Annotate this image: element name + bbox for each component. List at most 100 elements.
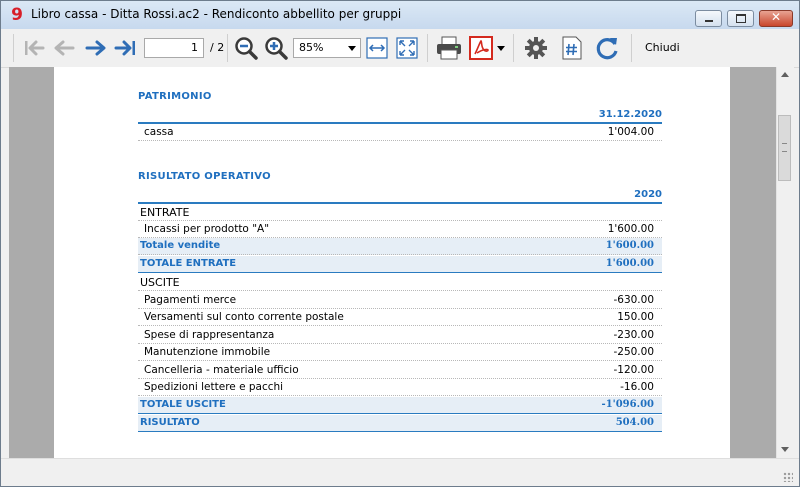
chevron-down-icon [348, 46, 356, 51]
toolbar-grip [13, 34, 14, 62]
column-header-date: 31.12.2020 [598, 109, 662, 120]
first-page-button[interactable] [21, 35, 47, 61]
scroll-up-icon[interactable] [781, 72, 789, 77]
row-amount: 1'600.00 [607, 223, 654, 235]
toolbar-separator [631, 34, 632, 62]
row-label: Spedizioni lettere e pacchi [144, 381, 284, 393]
refresh-button[interactable] [593, 35, 621, 61]
page-number-icon [562, 36, 582, 60]
row-label: Manutenzione immobile [144, 346, 271, 358]
vertical-scrollbar[interactable] [776, 67, 794, 458]
first-page-icon [25, 40, 45, 56]
row-label: Incassi per prodotto "A" [144, 223, 270, 235]
row-amount: 1'600.00 [605, 258, 654, 269]
window-title: Libro cassa - Ditta Rossi.ac2 - Rendicon… [31, 7, 402, 21]
section-title-patrimonio: PATRIMONIO [138, 91, 212, 102]
last-page-icon [114, 40, 135, 56]
result-row: RISULTATO 504.00 [138, 415, 662, 432]
row-amount: -230.00 [613, 329, 654, 341]
refresh-icon [596, 38, 618, 60]
row-amount: -120.00 [613, 364, 654, 376]
zoom-out-button[interactable] [233, 35, 259, 61]
maximize-button[interactable] [727, 10, 754, 27]
table-row: Cancelleria - materiale ufficio -120.00 [138, 362, 662, 379]
row-amount: 1'600.00 [605, 240, 654, 251]
resize-grip-icon[interactable] [783, 472, 793, 482]
row-label: Spese di rappresentanza [144, 329, 275, 341]
close-icon: ✕ [770, 10, 782, 24]
close-window-button[interactable]: ✕ [759, 10, 793, 27]
title-bar[interactable]: 9 Libro cassa - Ditta Rossi.ac2 - Rendic… [1, 1, 799, 29]
row-label: Versamenti sul conto corrente postale [144, 311, 344, 323]
row-amount: -1'096.00 [601, 399, 654, 410]
toolbar-separator [513, 34, 514, 62]
app-logo-icon: 9 [11, 5, 23, 25]
zoom-in-icon [265, 37, 288, 60]
report-window: 9 Libro cassa - Ditta Rossi.ac2 - Rendic… [0, 0, 800, 487]
total-row: TOTALE ENTRATE 1'600.00 [138, 256, 662, 273]
pdf-icon [469, 36, 493, 60]
row-label: TOTALE USCITE [140, 399, 226, 410]
export-pdf-button[interactable] [467, 35, 495, 61]
close-report-button[interactable]: Chiudi [645, 41, 680, 54]
row-label: cassa [144, 126, 174, 138]
table-row: cassa 1'004.00 [138, 124, 662, 141]
previous-page-icon [54, 40, 75, 56]
row-label: Pagamenti merce [144, 294, 237, 306]
scroll-down-icon[interactable] [781, 447, 789, 452]
toolbar-separator [427, 34, 428, 62]
total-row: TOTALE USCITE -1'096.00 [138, 397, 662, 414]
settings-icon [525, 37, 547, 59]
zoom-in-button[interactable] [263, 35, 289, 61]
table-row: Pagamenti merce -630.00 [138, 292, 662, 309]
status-bar [1, 458, 799, 486]
row-amount: 150.00 [617, 311, 654, 323]
fit-page-icon [396, 37, 418, 59]
row-amount: 1'004.00 [607, 126, 654, 138]
zoom-value: 85% [299, 41, 324, 54]
row-amount: -630.00 [613, 294, 654, 306]
row-amount: -16.00 [620, 381, 654, 393]
zoom-out-icon [235, 37, 258, 60]
report-viewer: PATRIMONIO 31.12.2020 cassa 1'004.00 RIS… [9, 67, 776, 458]
previous-page-button[interactable] [51, 35, 77, 61]
last-page-button[interactable] [113, 35, 139, 61]
table-row: Incassi per prodotto "A" 1'600.00 [138, 221, 662, 238]
row-amount: -250.00 [613, 346, 654, 358]
fit-width-button[interactable] [365, 35, 389, 61]
group-label: USCITE [140, 276, 180, 289]
table-row: Spedizioni lettere e pacchi -16.00 [138, 379, 662, 396]
minimize-button[interactable] [695, 10, 722, 27]
table-row: Spese di rappresentanza -230.00 [138, 327, 662, 344]
row-label: Totale vendite [140, 240, 221, 251]
fit-width-icon [366, 37, 388, 59]
chevron-down-icon [497, 45, 505, 51]
table-row: Versamenti sul conto corrente postale 15… [138, 309, 662, 326]
pdf-options-dropdown[interactable] [496, 35, 506, 61]
row-label: Cancelleria - materiale ufficio [144, 364, 299, 376]
table-row: Manutenzione immobile -250.00 [138, 344, 662, 361]
print-icon [437, 36, 461, 60]
page-number-input[interactable]: 1 [144, 38, 204, 58]
row-label: RISULTATO [140, 417, 200, 428]
column-header-year: 2020 [634, 189, 662, 200]
group-row-uscite: USCITE [138, 274, 662, 291]
next-page-button[interactable] [83, 35, 109, 61]
toolbar: 1 / 2 85% Chiudi [1, 29, 799, 68]
fit-page-button[interactable] [395, 35, 419, 61]
zoom-select[interactable]: 85% [293, 38, 361, 58]
print-button[interactable] [435, 35, 463, 61]
toolbar-separator [227, 34, 228, 62]
row-amount: 504.00 [615, 417, 654, 428]
page-numbering-button[interactable] [559, 35, 585, 61]
section-title-risultato: RISULTATO OPERATIVO [138, 171, 271, 182]
subtotal-row: Totale vendite 1'600.00 [138, 238, 662, 255]
settings-button[interactable] [523, 35, 549, 61]
report-page: PATRIMONIO 31.12.2020 cassa 1'004.00 RIS… [54, 67, 730, 458]
group-label: ENTRATE [140, 206, 190, 219]
group-row-entrate: ENTRATE [138, 204, 662, 221]
page-total-label: / 2 [210, 41, 225, 54]
row-label: TOTALE ENTRATE [140, 258, 237, 269]
next-page-icon [85, 40, 106, 56]
scrollbar-thumb[interactable] [778, 115, 791, 181]
